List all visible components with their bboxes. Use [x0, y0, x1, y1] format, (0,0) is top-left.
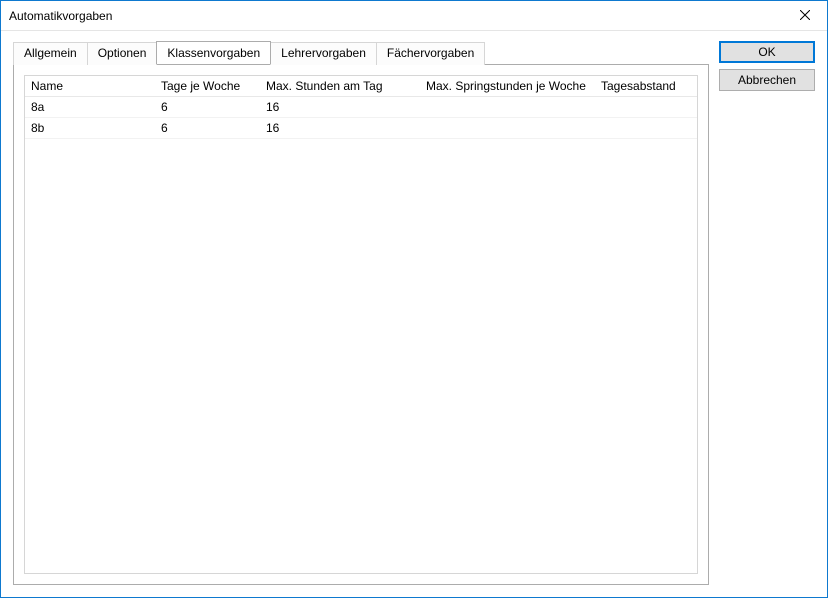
cell-max[interactable]: 16 [260, 97, 420, 118]
class-defaults-table[interactable]: Name Tage je Woche Max. Stunden am Tag M… [25, 76, 697, 139]
dialog-window: Automatikvorgaben Allgemein Optionen Kla… [0, 0, 828, 598]
cell-spr[interactable] [420, 97, 595, 118]
tab-allgemein[interactable]: Allgemein [13, 42, 88, 65]
cell-name[interactable]: 8a [25, 97, 155, 118]
col-header-name[interactable]: Name [25, 76, 155, 97]
cancel-button[interactable]: Abbrechen [719, 69, 815, 91]
client-area: Allgemein Optionen Klassenvorgaben Lehre… [1, 31, 827, 597]
cell-days[interactable]: 6 [155, 97, 260, 118]
tab-strip: Allgemein Optionen Klassenvorgaben Lehre… [13, 41, 709, 64]
table-header-row: Name Tage je Woche Max. Stunden am Tag M… [25, 76, 697, 97]
col-header-spr[interactable]: Max. Springstunden je Woche [420, 76, 595, 97]
cell-spr[interactable] [420, 118, 595, 139]
close-icon [800, 9, 810, 23]
table-row[interactable]: 8a 6 16 [25, 97, 697, 118]
col-header-days[interactable]: Tage je Woche [155, 76, 260, 97]
cell-max[interactable]: 16 [260, 118, 420, 139]
grid-container: Name Tage je Woche Max. Stunden am Tag M… [24, 75, 698, 574]
button-column: OK Abbrechen [719, 41, 815, 585]
tab-body: Name Tage je Woche Max. Stunden am Tag M… [13, 64, 709, 585]
cell-days[interactable]: 6 [155, 118, 260, 139]
tab-optionen[interactable]: Optionen [87, 42, 158, 65]
tab-faechervorgaben[interactable]: Fächervorgaben [376, 42, 485, 65]
tab-klassenvorgaben[interactable]: Klassenvorgaben [156, 41, 271, 64]
cell-name[interactable]: 8b [25, 118, 155, 139]
col-header-dist[interactable]: Tagesabstand [595, 76, 697, 97]
tab-lehrervorgaben[interactable]: Lehrervorgaben [270, 42, 377, 65]
window-title: Automatikvorgaben [9, 9, 782, 23]
col-header-max[interactable]: Max. Stunden am Tag [260, 76, 420, 97]
close-button[interactable] [782, 1, 827, 31]
ok-button[interactable]: OK [719, 41, 815, 63]
table-row[interactable]: 8b 6 16 [25, 118, 697, 139]
cell-dist[interactable] [595, 97, 697, 118]
tab-control: Allgemein Optionen Klassenvorgaben Lehre… [13, 41, 709, 585]
cell-dist[interactable] [595, 118, 697, 139]
title-bar: Automatikvorgaben [1, 1, 827, 31]
